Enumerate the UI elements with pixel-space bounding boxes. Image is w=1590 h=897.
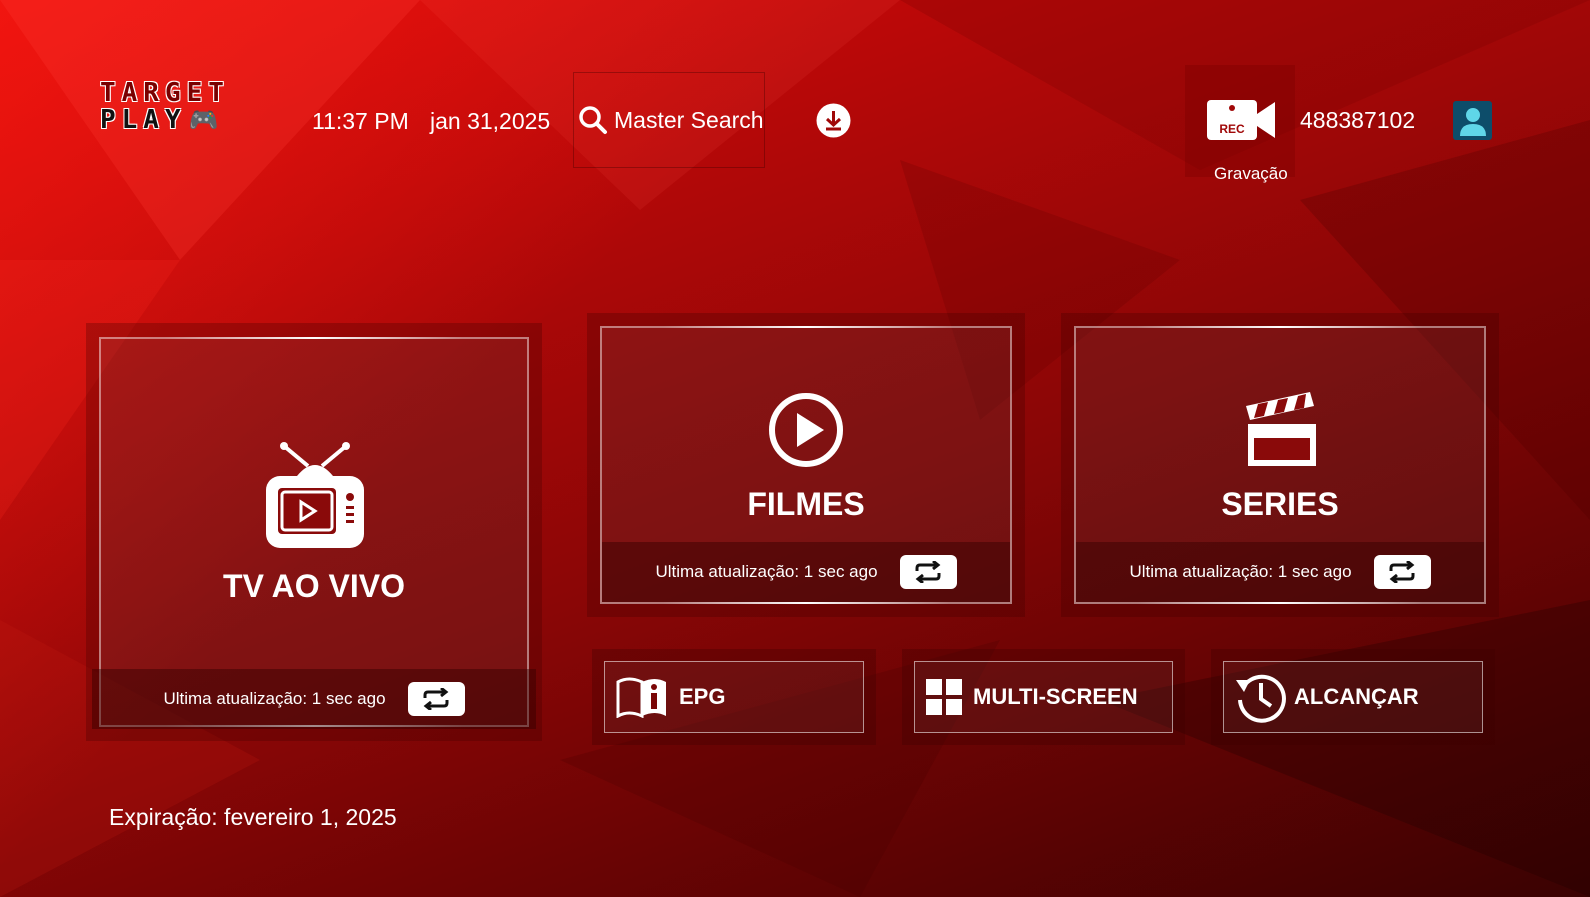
multiscreen-button[interactable]: MULTI-SCREEN: [902, 649, 1185, 745]
card-glow-bottom: [663, 602, 949, 604]
logo-text-play: PLAY: [100, 105, 187, 135]
play-icon: [769, 393, 843, 467]
catchup-button[interactable]: ALCANÇAR: [1211, 649, 1495, 745]
live-tv-card[interactable]: TV AO VIVO Ultima atualização: 1 sec ago: [86, 323, 542, 741]
profile-button[interactable]: [1453, 101, 1492, 140]
epg-label: EPG: [679, 684, 726, 709]
movies-card-frame: FILMES Ultima atualização: 1 sec ago: [600, 326, 1012, 604]
search-icon: [579, 106, 607, 134]
epg-button-frame: EPG: [604, 661, 864, 733]
series-card[interactable]: SERIES Ultima atualização: 1 sec ago: [1061, 313, 1499, 617]
live-tv-footer: Ultima atualização: 1 sec ago: [92, 669, 536, 729]
refresh-icon: [1389, 561, 1415, 583]
master-search-button[interactable]: Master Search: [573, 72, 765, 168]
series-title: SERIES: [1221, 486, 1339, 522]
series-refresh-button[interactable]: [1373, 555, 1431, 589]
series-card-frame: SERIES Ultima atualização: 1 sec ago: [1074, 326, 1486, 604]
download-icon[interactable]: [816, 103, 851, 138]
rec-camera-icon: REC: [1207, 100, 1275, 140]
tv-icon: [266, 442, 364, 548]
movies-update-text: Ultima atualização: 1 sec ago: [655, 562, 878, 581]
card-glow-top: [164, 337, 464, 339]
user-id: 488387102: [1300, 107, 1416, 133]
multiscreen-label: MULTI-SCREEN: [973, 684, 1138, 709]
catchup-button-frame: ALCANÇAR: [1223, 661, 1483, 733]
card-glow-bottom: [1137, 602, 1423, 604]
refresh-icon: [423, 688, 449, 710]
recording-label: Gravação: [1214, 164, 1288, 183]
logo-text-top: TARGET: [100, 78, 230, 108]
user-avatar-icon: [1459, 107, 1486, 136]
expiry-date: Expiração: fevereiro 1, 2025: [109, 804, 397, 830]
live-tv-update-text: Ultima atualização: 1 sec ago: [163, 689, 386, 708]
movies-refresh-button[interactable]: [899, 555, 957, 589]
refresh-icon: [915, 561, 941, 583]
movies-title: FILMES: [747, 486, 865, 522]
series-footer: Ultima atualização: 1 sec ago: [1076, 542, 1484, 602]
logo-text-bottom: PLAY 🎮: [100, 107, 230, 134]
catchup-label: ALCANÇAR: [1294, 684, 1419, 709]
clapperboard-icon: [1246, 392, 1316, 466]
epg-button[interactable]: EPG: [592, 649, 876, 745]
live-tv-refresh-button[interactable]: [407, 682, 465, 716]
clock-time: 11:37 PM: [312, 108, 409, 134]
guide-book-icon: [616, 677, 666, 718]
clock-date: jan 31,2025: [430, 108, 551, 134]
history-icon: [1236, 674, 1286, 723]
multiscreen-button-frame: MULTI-SCREEN: [914, 661, 1173, 733]
card-glow-top: [1137, 326, 1423, 328]
live-tv-title: TV AO VIVO: [223, 568, 405, 604]
grid-icon: [926, 679, 962, 715]
rec-badge-text: REC: [1219, 122, 1245, 136]
movies-card[interactable]: FILMES Ultima atualização: 1 sec ago: [587, 313, 1025, 617]
movies-footer: Ultima atualização: 1 sec ago: [602, 542, 1010, 602]
app-logo: TARGET PLAY 🎮: [100, 80, 230, 134]
logo-gamepad-icon: 🎮: [188, 106, 219, 134]
master-search-label: Master Search: [614, 106, 764, 133]
card-glow-top: [663, 326, 949, 328]
series-update-text: Ultima atualização: 1 sec ago: [1129, 562, 1352, 581]
